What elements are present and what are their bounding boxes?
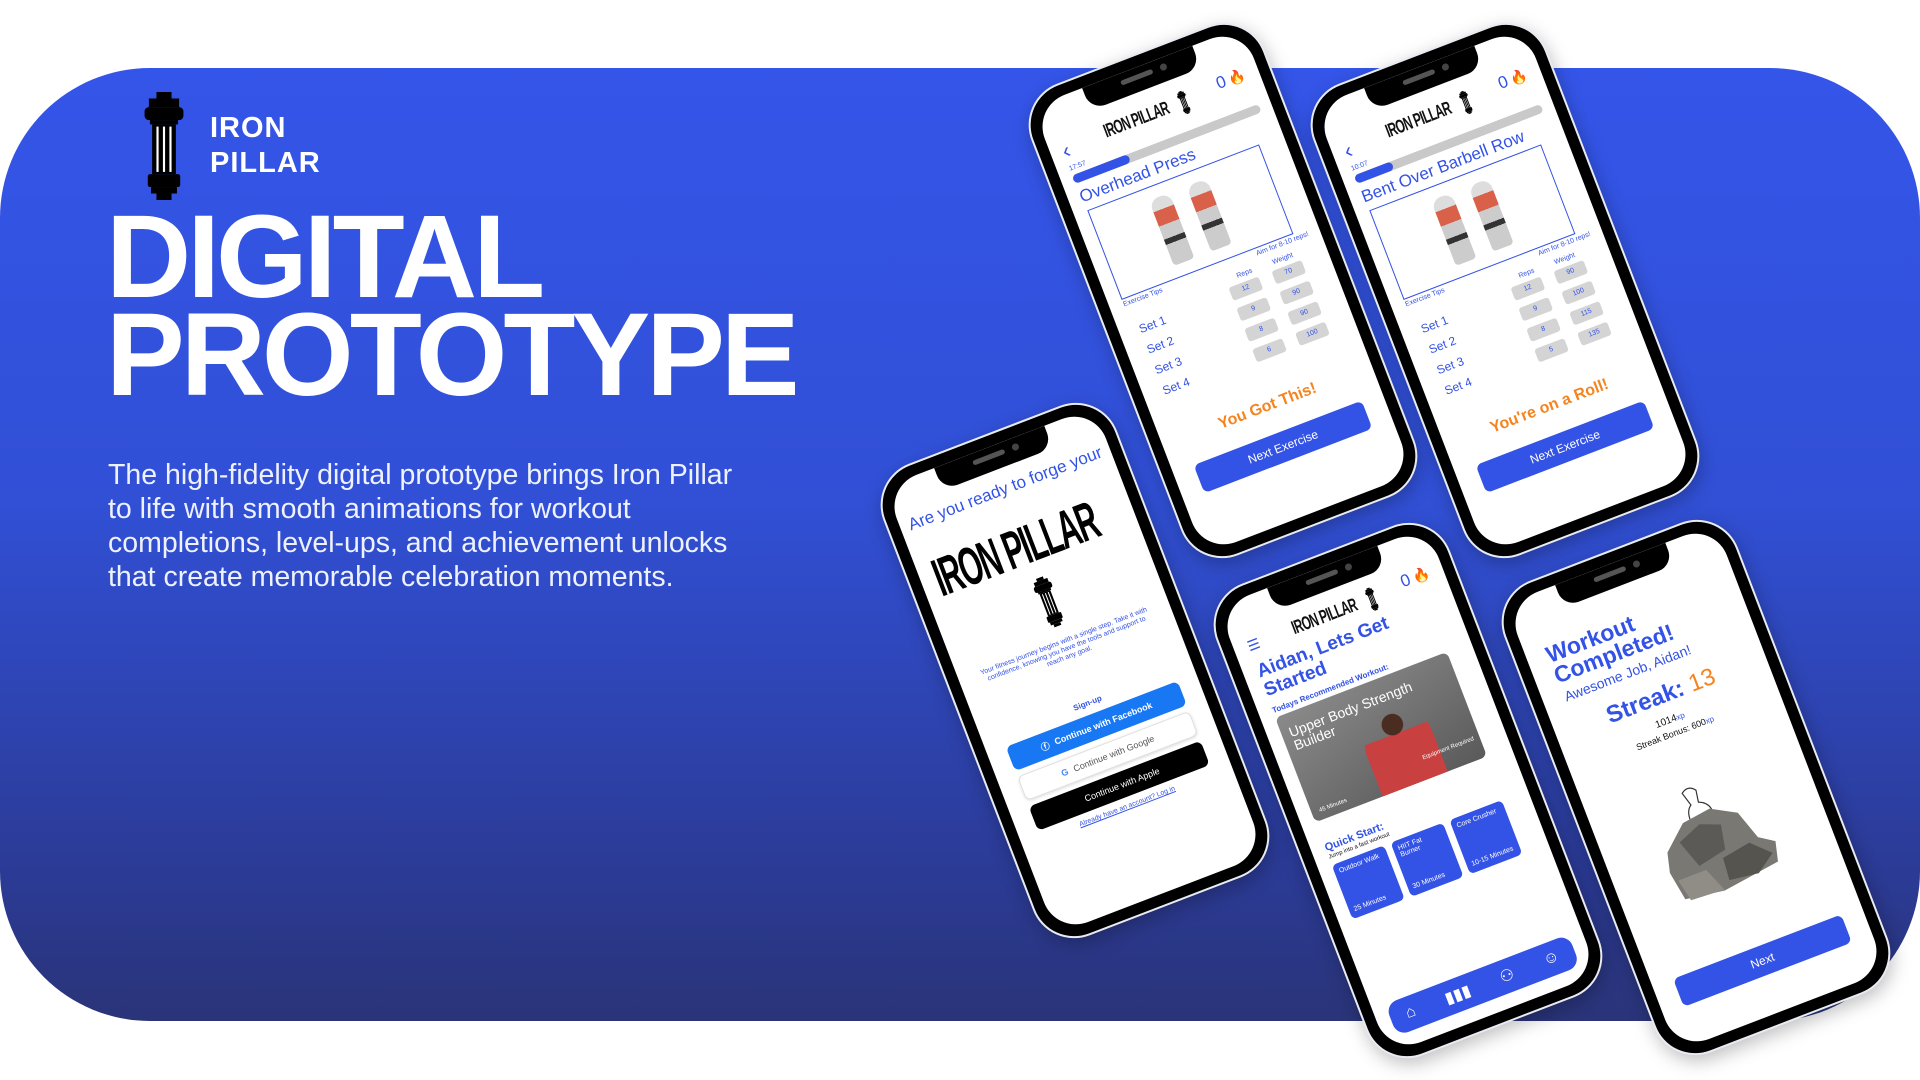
back-chevron-icon[interactable]: ‹ xyxy=(1058,137,1074,163)
xp-unit: xp xyxy=(1675,710,1687,723)
app-logo: IRON PILLAR xyxy=(1100,98,1173,143)
page-title: DIGITAL PROTOTYPE xyxy=(106,198,800,421)
brand-name-line2: PILLAR xyxy=(210,147,321,179)
profile-icon[interactable]: ☺ xyxy=(1541,947,1563,970)
home-icon[interactable]: ⌂ xyxy=(1403,1003,1418,1023)
pillar-icon xyxy=(1457,89,1475,115)
brand-logo: IRON PILLAR xyxy=(138,92,321,200)
quick-start-tile[interactable]: Outdoor Walk 25 Minutes xyxy=(1331,845,1405,920)
hamburger-menu-icon[interactable]: ☰ xyxy=(1245,635,1263,655)
app-logo: IRON PILLAR xyxy=(1382,98,1455,143)
pillar-logo-icon xyxy=(138,92,190,200)
streak-counter: 0 🔥 xyxy=(1398,563,1433,592)
flame-icon: 🔥 xyxy=(1225,65,1248,88)
back-chevron-icon[interactable]: ‹ xyxy=(1340,137,1356,163)
description: The high-fidelity digital prototype brin… xyxy=(108,459,733,593)
title-line2: PROTOTYPE xyxy=(106,289,800,421)
google-icon: G xyxy=(1059,766,1070,779)
workout-duration: 45 Minutes xyxy=(1318,797,1348,814)
brand-name-line1: IRON xyxy=(210,112,287,144)
next-button[interactable]: Next xyxy=(1673,914,1852,1007)
facebook-icon: ⓕ xyxy=(1039,739,1052,753)
xp-unit: xp xyxy=(1704,714,1716,726)
tile-name: Outdoor Walk xyxy=(1338,852,1381,875)
tile-name: HIIT Fat Burner xyxy=(1397,836,1424,859)
flame-icon: 🔥 xyxy=(1409,563,1432,586)
tile-name: Core Crusher xyxy=(1455,807,1498,830)
streak-counter: 0 🔥 xyxy=(1495,64,1530,93)
tile-time: 25 Minutes xyxy=(1352,894,1388,913)
statue-on-rocks-illustration xyxy=(1667,787,1778,901)
quick-start-tile[interactable]: Core Crusher 10-15 Minutes xyxy=(1449,800,1523,875)
flame-icon: 🔥 xyxy=(1507,65,1530,88)
streak-value: 13 xyxy=(1684,662,1720,698)
pillar-icon xyxy=(1363,586,1381,612)
brand-name: IRON PILLAR xyxy=(210,111,321,181)
community-icon[interactable]: ⚇ xyxy=(1497,964,1518,988)
tile-time: 30 Minutes xyxy=(1411,871,1447,891)
tile-time: 10-15 Minutes xyxy=(1470,845,1515,868)
stats-icon[interactable]: ▮▮▮ xyxy=(1442,981,1474,1009)
pillar-icon xyxy=(1029,574,1068,630)
quick-start-tile[interactable]: HIIT Fat Burner 30 Minutes xyxy=(1390,822,1464,897)
pillar-icon xyxy=(1175,89,1193,115)
streak-counter: 0 🔥 xyxy=(1213,64,1248,93)
